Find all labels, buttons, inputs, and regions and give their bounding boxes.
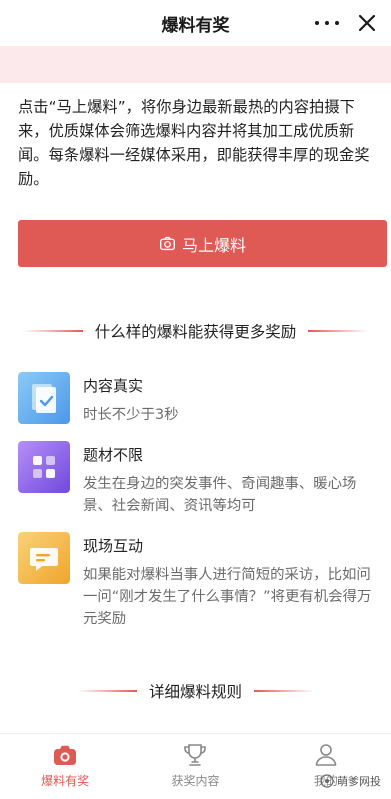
tab-winning-content[interactable]: 获奖内容 — [130, 734, 260, 799]
promo-banner — [0, 46, 391, 83]
feature-desc: 时长不少于3秒 — [83, 407, 179, 423]
more-options-icon[interactable] — [315, 13, 339, 33]
tab-label: 爆料有奖 — [41, 774, 90, 788]
feature-item-authentic: 内容真实 时长不少于3秒 — [18, 372, 383, 428]
divider-line — [76, 690, 137, 692]
tab-report-reward[interactable]: 爆料有奖 — [0, 734, 130, 799]
section-heading-rules[interactable]: 详细爆料规则 — [0, 680, 391, 702]
grid-blocks-icon — [18, 441, 70, 493]
watermark-logo-icon — [320, 774, 334, 788]
tab-label: 获奖内容 — [171, 774, 220, 788]
report-now-label: 马上爆料 — [181, 235, 246, 255]
document-check-icon — [18, 372, 70, 424]
feature-item-topics: 题材不限 发生在身边的突发事件、奇闻趣事、暖心场景、社会新闻、资讯等均可 — [18, 441, 383, 517]
tab-mine[interactable]: 我的 — [261, 734, 391, 799]
divider-line — [22, 330, 83, 332]
person-icon — [315, 744, 337, 766]
divider-line — [308, 330, 369, 332]
feature-item-interaction: 现场互动 如果能对爆料当事人进行简短的采访，比如问一问“刚才发生了什么事情？”将… — [18, 532, 383, 632]
feature-title: 现场互动 — [83, 537, 144, 555]
divider-line — [254, 690, 314, 692]
close-icon[interactable] — [355, 11, 379, 35]
trophy-icon — [184, 744, 207, 766]
section-title-rewards: 什么样的爆料能获得更多奖励 — [94, 323, 297, 341]
top-bar: 爆料有奖 — [0, 0, 391, 46]
camera-icon — [54, 745, 77, 765]
section-title-rules: 详细爆料规则 — [148, 683, 242, 701]
camera-icon — [160, 236, 175, 251]
chat-bubble-icon — [18, 532, 70, 584]
intro-text: 点击“马上爆料”，将你身边最新最热的内容拍摄下来，优质媒体会筛选爆料内容并将其加… — [18, 98, 370, 188]
feature-title: 内容真实 — [83, 377, 144, 395]
section-heading-rewards: 什么样的爆料能获得更多奖励 — [0, 320, 391, 342]
feature-title: 题材不限 — [83, 446, 144, 464]
feature-desc: 发生在身边的突发事件、奇闻趣事、暖心场景、社会新闻、资讯等均可 — [83, 476, 357, 514]
page-title: 爆料有奖 — [161, 15, 230, 36]
report-now-button[interactable]: 马上爆料 — [18, 220, 387, 267]
feature-desc: 如果能对爆料当事人进行简短的采访，比如问一问“刚才发生了什么事情？”将更有机会得… — [83, 567, 372, 627]
watermark-text: 萌爹网投 — [337, 775, 381, 788]
watermark: 萌爹网投 — [320, 773, 381, 789]
bottom-tab-bar: 爆料有奖 获奖内容 我的 — [0, 733, 391, 799]
